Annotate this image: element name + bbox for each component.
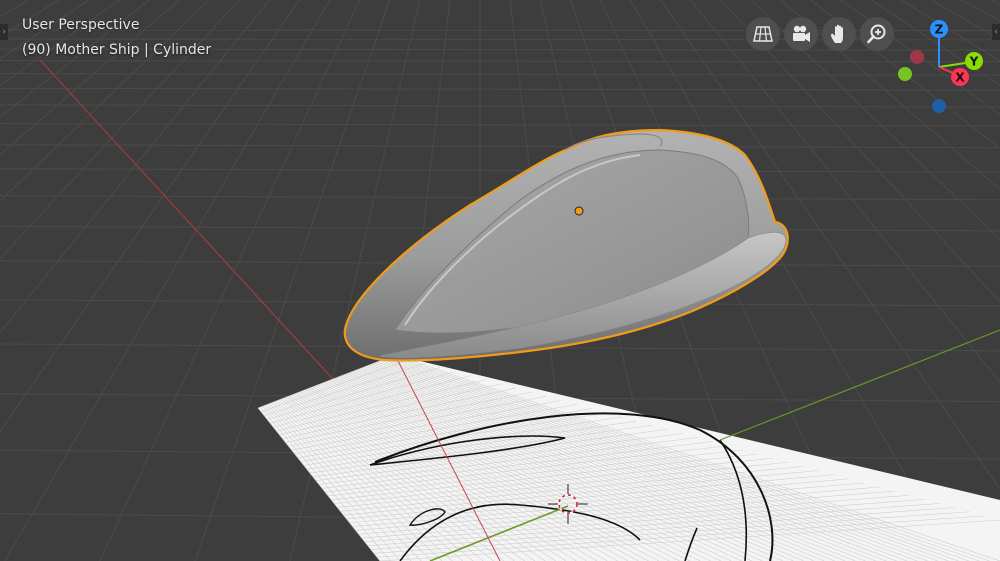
viewport-scene[interactable] [0, 0, 1000, 561]
z-axis-label: Z [935, 23, 944, 37]
viewport-title: User Perspective [22, 17, 140, 33]
grid-icon [753, 26, 773, 42]
mother-ship-object[interactable] [343, 128, 789, 362]
negative-y-axis-handle[interactable] [898, 67, 912, 81]
right-panel-toggle[interactable]: ‹ [992, 24, 1000, 40]
active-object-info: (90) Mother Ship | Cylinder [22, 42, 212, 58]
negative-z-axis-handle[interactable] [932, 99, 946, 113]
toggle-orthographic-button[interactable] [746, 17, 780, 51]
x-axis-handle[interactable]: X [951, 68, 969, 86]
hand-icon [831, 24, 843, 43]
camera-icon [793, 25, 810, 42]
origin-point [574, 206, 584, 216]
z-axis-handle[interactable]: Z [930, 20, 948, 38]
toggle-camera-view-button[interactable] [784, 17, 818, 51]
y-axis-handle[interactable]: Y [965, 52, 983, 70]
x-axis-label: X [955, 71, 965, 85]
pan-view-button[interactable] [822, 17, 856, 51]
3d-viewport[interactable]: › ‹ User Perspective (90) Mother Ship | … [0, 0, 1000, 561]
left-panel-toggle[interactable]: › [0, 24, 8, 40]
negative-x-axis-handle[interactable] [910, 50, 924, 64]
zoom-view-button[interactable] [860, 17, 894, 51]
navigation-gizmo[interactable]: Z Y X [890, 18, 990, 118]
magnifier-plus-icon [867, 24, 886, 44]
y-axis-label: Y [969, 55, 979, 69]
